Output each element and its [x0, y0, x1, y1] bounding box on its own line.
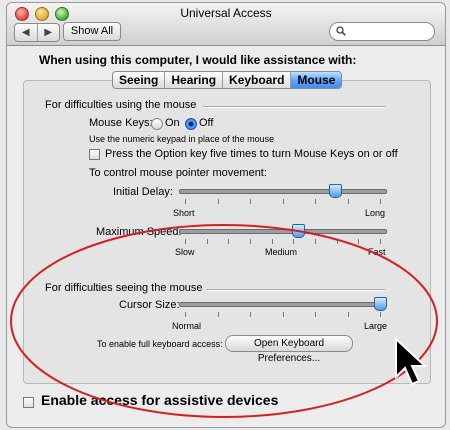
keypad-note: Use the numeric keypad in place of the m… — [89, 134, 275, 144]
slider-knob[interactable] — [292, 224, 305, 238]
max-speed-label: Maximum Speed: — [96, 226, 182, 238]
slider-track[interactable] — [179, 189, 387, 194]
slider-tick — [358, 239, 359, 244]
mouse-keys-on-radio[interactable] — [151, 118, 163, 130]
slider-tick — [293, 239, 294, 244]
max-speed-max: Fast — [368, 247, 386, 257]
slider-tick — [185, 312, 186, 317]
assistive-devices-label: Enable access for assistive devices — [41, 392, 279, 408]
window-title: Universal Access — [180, 6, 272, 20]
assistance-heading: When using this computer, I would like a… — [39, 53, 357, 67]
cursor-size-label: Cursor Size: — [119, 299, 180, 311]
slider-tick — [272, 239, 273, 244]
chevron-left-icon[interactable]: ◀ — [15, 24, 38, 41]
mouse-keys-off-radio[interactable] — [185, 118, 197, 130]
slider-tick — [228, 239, 229, 244]
cursor-size-max: Large — [364, 321, 388, 331]
slider-tick — [283, 199, 284, 204]
slider-tick — [315, 312, 316, 317]
initial-delay-max: Long — [365, 208, 386, 218]
show-all-button[interactable]: Show All — [63, 22, 121, 41]
max-speed-mid: Medium — [265, 247, 298, 257]
option-key-label: Press the Option key five times to turn … — [105, 148, 398, 160]
pointer-movement-title: To control mouse pointer movement: — [89, 167, 267, 179]
slider-tick — [218, 199, 219, 204]
mouse-keys-on-label: On — [165, 117, 180, 129]
keyboard-access-label: To enable full keyboard access: — [97, 339, 223, 349]
back-forward-buttons: ◀ ▶ — [14, 23, 60, 42]
option-key-checkbox[interactable] — [89, 149, 100, 160]
slider-tick — [380, 199, 381, 204]
section-title-using-mouse: For difficulties using the mouse — [45, 99, 197, 111]
slider-tick — [218, 312, 219, 317]
tab-seeing[interactable]: Seeing — [113, 72, 166, 88]
section-title-seeing-mouse: For difficulties seeing the mouse — [45, 282, 203, 294]
search-icon — [336, 26, 346, 36]
slider-tick — [185, 199, 186, 204]
mouse-keys-off-label: Off — [199, 117, 214, 129]
slider-tick — [283, 312, 284, 317]
tab-hearing[interactable]: Hearing — [165, 72, 224, 88]
slider-tick — [185, 239, 186, 244]
universal-access-window: Universal Access ◀ ▶ Show All When using… — [6, 2, 446, 428]
cursor-size-min: Normal — [172, 321, 202, 331]
initial-delay-slider[interactable] — [179, 184, 387, 211]
slider-track[interactable] — [179, 229, 387, 234]
slider-tick — [348, 312, 349, 317]
initial-delay-label: Initial Delay: — [113, 186, 173, 198]
slider-tick — [337, 239, 338, 244]
mouse-keys-label: Mouse Keys: — [89, 117, 153, 129]
slider-tick — [348, 199, 349, 204]
divider — [203, 106, 385, 108]
tab-keyboard[interactable]: Keyboard — [223, 72, 292, 88]
slider-tick — [380, 239, 381, 244]
slider-tick — [315, 199, 316, 204]
max-speed-min: Slow — [175, 247, 195, 257]
slider-knob[interactable] — [329, 184, 342, 198]
slider-tick — [250, 239, 251, 244]
search-field[interactable] — [329, 22, 435, 41]
tab-mouse[interactable]: Mouse — [291, 72, 342, 88]
slider-knob[interactable] — [374, 297, 387, 311]
open-keyboard-preferences-button[interactable]: Open Keyboard Preferences... — [225, 335, 353, 364]
title-bar: Universal Access ◀ ▶ Show All — [7, 3, 445, 46]
chevron-right-icon[interactable]: ▶ — [38, 24, 60, 41]
assistive-devices-checkbox[interactable] — [23, 397, 34, 408]
slider-track[interactable] — [179, 302, 387, 307]
tab-bar: Seeing Hearing Keyboard Mouse — [112, 71, 343, 89]
divider — [207, 289, 385, 291]
slider-tick — [380, 312, 381, 317]
slider-tick — [207, 239, 208, 244]
slider-tick — [250, 199, 251, 204]
cursor-size-slider[interactable] — [179, 297, 387, 324]
slider-tick — [250, 312, 251, 317]
slider-tick — [315, 239, 316, 244]
initial-delay-min: Short — [173, 208, 195, 218]
